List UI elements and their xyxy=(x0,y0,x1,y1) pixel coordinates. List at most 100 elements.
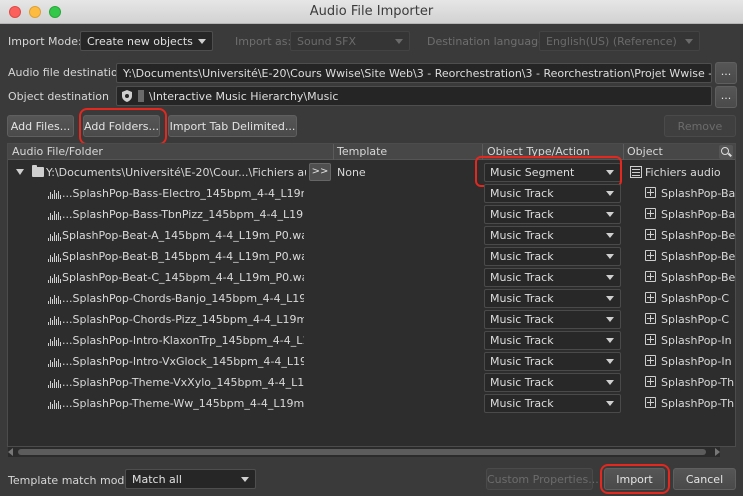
import-as-label: Import as: xyxy=(235,35,292,48)
import-tab-delimited-button[interactable]: Import Tab Delimited... xyxy=(168,115,297,137)
horizontal-scrollbar[interactable] xyxy=(8,447,720,457)
music-track-icon xyxy=(645,397,656,408)
audio-waveform-icon xyxy=(48,251,61,262)
destination-language-dropdown: English(US) (Reference) xyxy=(539,31,700,51)
scrollbar-thumb[interactable] xyxy=(18,449,706,455)
table-row[interactable]: SplashPop-Beat-A_145bpm_4-4_L19m_P0.wav M… xyxy=(8,225,735,246)
object-type-value: Music Track xyxy=(490,355,554,368)
folder-icon xyxy=(32,165,44,177)
column-separator[interactable] xyxy=(623,144,624,160)
object-destination-field[interactable]: \Interactive Music Hierarchy\Music xyxy=(116,86,712,106)
table-row[interactable]: ...SplashPop-Bass-Electro_145bpm_4-4_L19… xyxy=(8,183,735,204)
object-type-dropdown[interactable]: Music Track xyxy=(484,373,621,392)
audio-waveform-icon xyxy=(48,293,61,304)
music-track-icon xyxy=(645,187,656,198)
chevron-down-icon xyxy=(606,380,614,385)
audio-file-name: SplashPop-Beat-C_145bpm_4-4_L19m_P0.wav xyxy=(62,271,304,284)
object-destination-browse-button[interactable]: ... xyxy=(715,86,737,108)
import-mode-dropdown[interactable]: Create new objects xyxy=(80,31,213,51)
table-row[interactable]: ...SplashPop-Intro-VxGlock_145bpm_4-4_L1… xyxy=(8,351,735,372)
object-type-dropdown[interactable]: Music Track xyxy=(484,310,621,329)
audio-destination-field[interactable]: Y:\Documents\Université\E-20\Cours Wwise… xyxy=(116,63,712,83)
template-match-value: Match all xyxy=(132,473,182,486)
music-track-icon xyxy=(645,208,656,219)
audio-file-name: ...SplashPop-Bass-TbnPizz_145bpm_4-4_L19… xyxy=(62,208,304,221)
table-row[interactable]: SplashPop-Beat-B_145bpm_4-4_L19m_P0.wav M… xyxy=(8,246,735,267)
audio-file-name: ...SplashPop-Intro-KlaxonTrp_145bpm_4-4_… xyxy=(62,334,304,347)
table-row[interactable]: ...SplashPop-Bass-TbnPizz_145bpm_4-4_L19… xyxy=(8,204,735,225)
chevron-down-icon xyxy=(606,359,614,364)
chevron-down-icon xyxy=(606,338,614,343)
object-type-dropdown[interactable]: Music Track xyxy=(484,268,621,287)
expand-arrow-icon[interactable] xyxy=(16,169,24,175)
object-name: SplashPop-Be xyxy=(661,229,736,242)
column-separator[interactable] xyxy=(333,144,334,160)
audio-file-name: SplashPop-Beat-A_145bpm_4-4_L19m_P0.wav xyxy=(62,229,304,242)
scroll-left-icon[interactable] xyxy=(8,448,13,456)
chevron-down-icon xyxy=(241,477,249,482)
object-name: SplashPop-Th xyxy=(661,376,735,389)
object-type-value: Music Track xyxy=(490,229,554,242)
object-name: SplashPop-Th xyxy=(661,397,735,410)
chevron-down-icon xyxy=(685,39,693,44)
table-row[interactable]: ...SplashPop-Chords-Banjo_145bpm_4-4_L19… xyxy=(8,288,735,309)
audio-file-name: ...SplashPop-Theme-VxXylo_145bpm_4-4_L19… xyxy=(62,376,304,389)
object-name: SplashPop-In xyxy=(661,334,732,347)
audio-waveform-icon xyxy=(48,398,61,409)
chevron-down-icon xyxy=(606,296,614,301)
music-track-icon xyxy=(645,229,656,240)
audio-destination-browse-button[interactable]: ... xyxy=(715,62,737,84)
search-icon[interactable] xyxy=(719,145,733,159)
audio-waveform-icon xyxy=(48,188,61,199)
chevron-down-icon xyxy=(606,254,614,259)
chevron-down-icon xyxy=(198,39,206,44)
object-type-dropdown[interactable]: Music Track xyxy=(484,184,621,203)
shield-icon xyxy=(122,90,132,102)
object-type-dropdown[interactable]: Music Track xyxy=(484,226,621,245)
table-row[interactable]: ...SplashPop-Theme-VxXylo_145bpm_4-4_L19… xyxy=(8,372,735,393)
table-row-folder[interactable]: Y:\Documents\Université\E-20\Cour...\Fic… xyxy=(8,162,735,183)
column-header-object[interactable]: Object xyxy=(627,145,663,158)
music-track-icon xyxy=(645,313,656,324)
table-row[interactable]: ...SplashPop-Chords-Pizz_145bpm_4-4_L19m… xyxy=(8,309,735,330)
object-type-dropdown[interactable]: Music Track xyxy=(484,205,621,224)
music-track-icon xyxy=(645,271,656,282)
apply-template-button[interactable]: >> xyxy=(309,163,331,181)
object-type-dropdown[interactable]: Music Track xyxy=(484,247,621,266)
object-name: SplashPop-Be xyxy=(661,250,736,263)
column-header-template[interactable]: Template xyxy=(337,145,387,158)
table-row[interactable]: ...SplashPop-Theme-Ww_145bpm_4-4_L19m_P0… xyxy=(8,393,735,414)
object-type-value: Music Track xyxy=(490,250,554,263)
chevron-down-icon xyxy=(606,317,614,322)
music-segment-icon xyxy=(630,166,642,178)
object-type-dropdown[interactable]: Music Track xyxy=(484,289,621,308)
audio-file-name: SplashPop-Beat-B_145bpm_4-4_L19m_P0.wav xyxy=(62,250,304,263)
template-value: None xyxy=(337,166,366,179)
folder-path: Y:\Documents\Université\E-20\Cour...\Fic… xyxy=(46,166,306,179)
table-row[interactable]: SplashPop-Beat-C_145bpm_4-4_L19m_P0.wav M… xyxy=(8,267,735,288)
audio-file-name: ...SplashPop-Bass-Electro_145bpm_4-4_L19… xyxy=(62,187,304,200)
audio-waveform-icon xyxy=(48,272,61,283)
template-match-dropdown[interactable]: Match all xyxy=(125,469,256,489)
object-type-value: Music Track xyxy=(490,292,554,305)
chevron-down-icon xyxy=(395,39,403,44)
object-type-dropdown[interactable]: Music Track xyxy=(484,352,621,371)
object-name: SplashPop-In xyxy=(661,355,732,368)
chevron-down-icon xyxy=(606,233,614,238)
object-type-dropdown[interactable]: Music Track xyxy=(484,331,621,350)
import-highlight xyxy=(600,464,670,494)
music-track-icon xyxy=(645,376,656,387)
column-header-file[interactable]: Audio File/Folder xyxy=(12,145,103,158)
table-row[interactable]: ...SplashPop-Intro-KlaxonTrp_145bpm_4-4_… xyxy=(8,330,735,351)
add-files-button[interactable]: Add Files... xyxy=(7,115,74,137)
object-type-dropdown[interactable]: Music Track xyxy=(484,394,621,413)
cancel-button[interactable]: Cancel xyxy=(673,468,736,490)
object-name: SplashPop-C xyxy=(661,313,730,326)
music-track-icon xyxy=(645,250,656,261)
window-title: Audio File Importer xyxy=(309,4,434,19)
scroll-right-icon[interactable] xyxy=(715,448,720,456)
object-type-swatch xyxy=(138,90,144,102)
chevron-down-icon xyxy=(606,275,614,280)
audio-destination-label: Audio file destination xyxy=(8,66,125,79)
chevron-down-icon xyxy=(606,401,614,406)
